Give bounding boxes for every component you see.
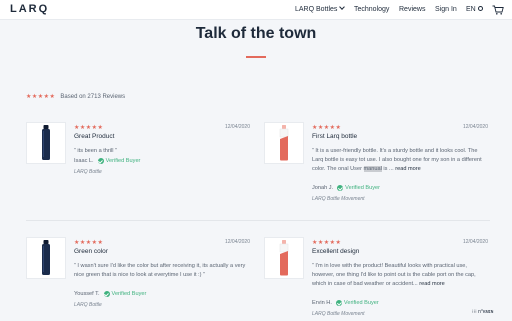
author-name: Jonah J. <box>312 185 334 191</box>
bottle-navy-image <box>42 125 50 160</box>
review-title: First Larq bottle <box>312 133 358 140</box>
review-title: Great Product <box>74 133 115 140</box>
review-stars: ★★★★★ <box>74 240 104 246</box>
review-card: ★★★★★ 12/04/2020 Green color “ I wasn't … <box>26 237 250 321</box>
nav-larq-bottles-label: LARQ Bottles <box>295 6 338 13</box>
review-stars: ★★★★★ <box>312 240 342 246</box>
review-date: 12/04/2020 <box>462 239 488 245</box>
author-name: Isaac L. <box>74 158 94 164</box>
verified-check-icon <box>337 185 344 191</box>
review-product: LARQ Bottle <box>74 169 102 175</box>
review-body: “ I wasn't sure I'd like the color but a… <box>74 263 246 278</box>
chevron-down-icon <box>339 4 346 10</box>
review-stars: ★★★★★ <box>312 125 342 131</box>
review-author: Isaac L. Verified Buyer <box>74 158 140 164</box>
brand-logo[interactable]: LARQ <box>10 3 49 15</box>
watermark: ⁝⁝⁝ n°ᴋᴍɪɴ <box>472 309 494 315</box>
review-body: “ It is a user-friendly bottle. It's a s… <box>312 147 488 174</box>
review-body: “ I'm in love with the product! Beautifu… <box>312 262 488 289</box>
summary-text: Based on 2713 Reviews <box>60 94 126 100</box>
section-title: Talk of the town <box>195 25 317 42</box>
highlighted-word: manual <box>363 166 382 172</box>
product-thumbnail[interactable] <box>264 237 304 279</box>
review-body: “ its been a thrill ” <box>74 148 117 154</box>
nav-sign-in[interactable]: Sign In <box>435 6 457 13</box>
verified-label: Verified Buyer <box>105 158 141 164</box>
review-body-text: “ I'm in love with the product! Beautifu… <box>312 263 476 287</box>
language-selector[interactable]: EN <box>466 6 483 13</box>
verified-check-icon <box>335 300 342 306</box>
verified-label: Verified Buyer <box>111 291 147 297</box>
review-product: LARQ Bottle Movement <box>312 311 365 317</box>
review-card: ★★★★★ 12/04/2020 Great Product “ its bee… <box>26 122 250 210</box>
review-author: Youssef T. Verified Buyer <box>74 291 146 297</box>
author-name: Ervin H. <box>312 300 332 306</box>
review-date: 12/04/2020 <box>462 124 488 130</box>
nav-technology[interactable]: Technology <box>354 6 389 13</box>
nav-larq-bottles[interactable]: LARQ Bottles <box>295 4 346 13</box>
review-title: Green color <box>74 248 108 255</box>
product-thumbnail[interactable] <box>264 122 304 164</box>
verified-check-icon <box>97 158 104 164</box>
review-stars: ★★★★★ <box>74 125 104 131</box>
cart-icon[interactable] <box>492 5 504 15</box>
review-product: LARQ Bottle <box>74 302 102 308</box>
verified-label: Verified Buyer <box>345 185 380 191</box>
rating-summary: ★★★★★ Based on 2713 Reviews <box>26 92 125 102</box>
bottle-coral-image <box>279 240 289 276</box>
title-underline <box>246 56 266 58</box>
read-more-link[interactable]: read more <box>395 166 421 172</box>
review-card: ★★★★★ 12/04/2020 First Larq bottle “ It … <box>264 122 488 210</box>
globe-icon <box>477 6 483 11</box>
top-nav: LARQ LARQ Bottles Technology Reviews Sig… <box>0 0 512 20</box>
bottle-coral-image <box>279 125 289 161</box>
review-title: Excellent design <box>312 248 360 255</box>
review-date: 12/04/2020 <box>224 239 250 245</box>
review-author: Ervin H. Verified Buyer <box>312 300 379 306</box>
language-label: EN <box>466 6 476 13</box>
review-date: 12/04/2020 <box>224 124 250 130</box>
row-divider <box>26 220 490 221</box>
summary-stars: ★★★★★ <box>26 94 56 100</box>
review-card: ★★★★★ 12/04/2020 Excellent design “ I'm … <box>264 237 488 321</box>
review-product: LARQ Bottle Movement <box>312 196 365 202</box>
bottle-navy-image <box>42 240 50 275</box>
product-thumbnail[interactable] <box>26 237 66 279</box>
read-more-link[interactable]: read more <box>419 281 445 287</box>
verified-label: Verified Buyer <box>343 300 379 306</box>
verified-check-icon <box>103 291 110 297</box>
product-thumbnail[interactable] <box>26 122 66 164</box>
author-name: Youssef T. <box>74 291 100 297</box>
nav-reviews[interactable]: Reviews <box>399 6 425 13</box>
review-body-text-end: is ... <box>381 166 394 172</box>
review-author: Jonah J. Verified Buyer <box>312 185 380 191</box>
